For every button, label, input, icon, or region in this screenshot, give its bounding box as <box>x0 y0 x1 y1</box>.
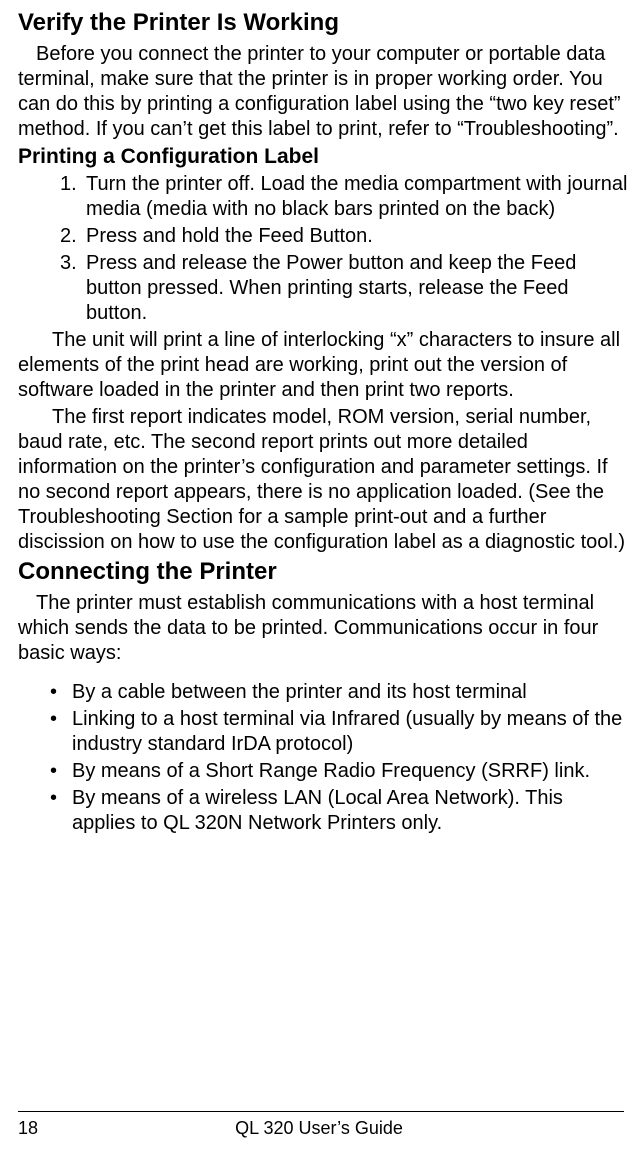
step-text: Turn the printer off. Load the media com… <box>86 172 630 222</box>
bullet-text: Linking to a host terminal via Infrared … <box>72 707 630 757</box>
list-item: • By a cable between the printer and its… <box>18 680 630 705</box>
step-text: Press and release the Power button and k… <box>86 251 630 326</box>
heading-verify-printer: Verify the Printer Is Working <box>18 8 630 38</box>
step-number: 2. <box>18 224 86 249</box>
bullet-text: By a cable between the printer and its h… <box>72 680 630 705</box>
bullet-icon: • <box>18 786 72 836</box>
subheading-config-label: Printing a Configuration Label <box>18 144 630 170</box>
body-paragraph: The first report indicates model, ROM ve… <box>18 405 630 555</box>
page-footer: 18 QL 320 User’s Guide <box>0 1117 638 1140</box>
list-item: 2. Press and hold the Feed Button. <box>18 224 630 249</box>
list-item: 3. Press and release the Power button an… <box>18 251 630 326</box>
bullet-text: By means of a Short Range Radio Frequenc… <box>72 759 630 784</box>
list-item: • By means of a wireless LAN (Local Area… <box>18 786 630 836</box>
list-item: • By means of a Short Range Radio Freque… <box>18 759 630 784</box>
ordered-steps-list: 1. Turn the printer off. Load the media … <box>18 172 630 326</box>
list-item: • Linking to a host terminal via Infrare… <box>18 707 630 757</box>
bullet-icon: • <box>18 759 72 784</box>
body-paragraph: The unit will print a line of interlocki… <box>18 328 630 403</box>
document-page: Verify the Printer Is Working Before you… <box>0 0 638 1153</box>
bullet-icon: • <box>18 680 72 705</box>
bullet-list: • By a cable between the printer and its… <box>18 680 630 836</box>
bullet-text: By means of a wireless LAN (Local Area N… <box>72 786 630 836</box>
intro-paragraph-2: The printer must establish communication… <box>18 591 630 666</box>
footer-divider <box>18 1111 624 1112</box>
heading-connecting-printer: Connecting the Printer <box>18 557 630 587</box>
footer-title: QL 320 User’s Guide <box>0 1117 638 1140</box>
bullet-icon: • <box>18 707 72 757</box>
list-item: 1. Turn the printer off. Load the media … <box>18 172 630 222</box>
step-number: 3. <box>18 251 86 326</box>
step-number: 1. <box>18 172 86 222</box>
intro-paragraph-1: Before you connect the printer to your c… <box>18 42 630 142</box>
step-text: Press and hold the Feed Button. <box>86 224 630 249</box>
page-number: 18 <box>18 1117 38 1140</box>
